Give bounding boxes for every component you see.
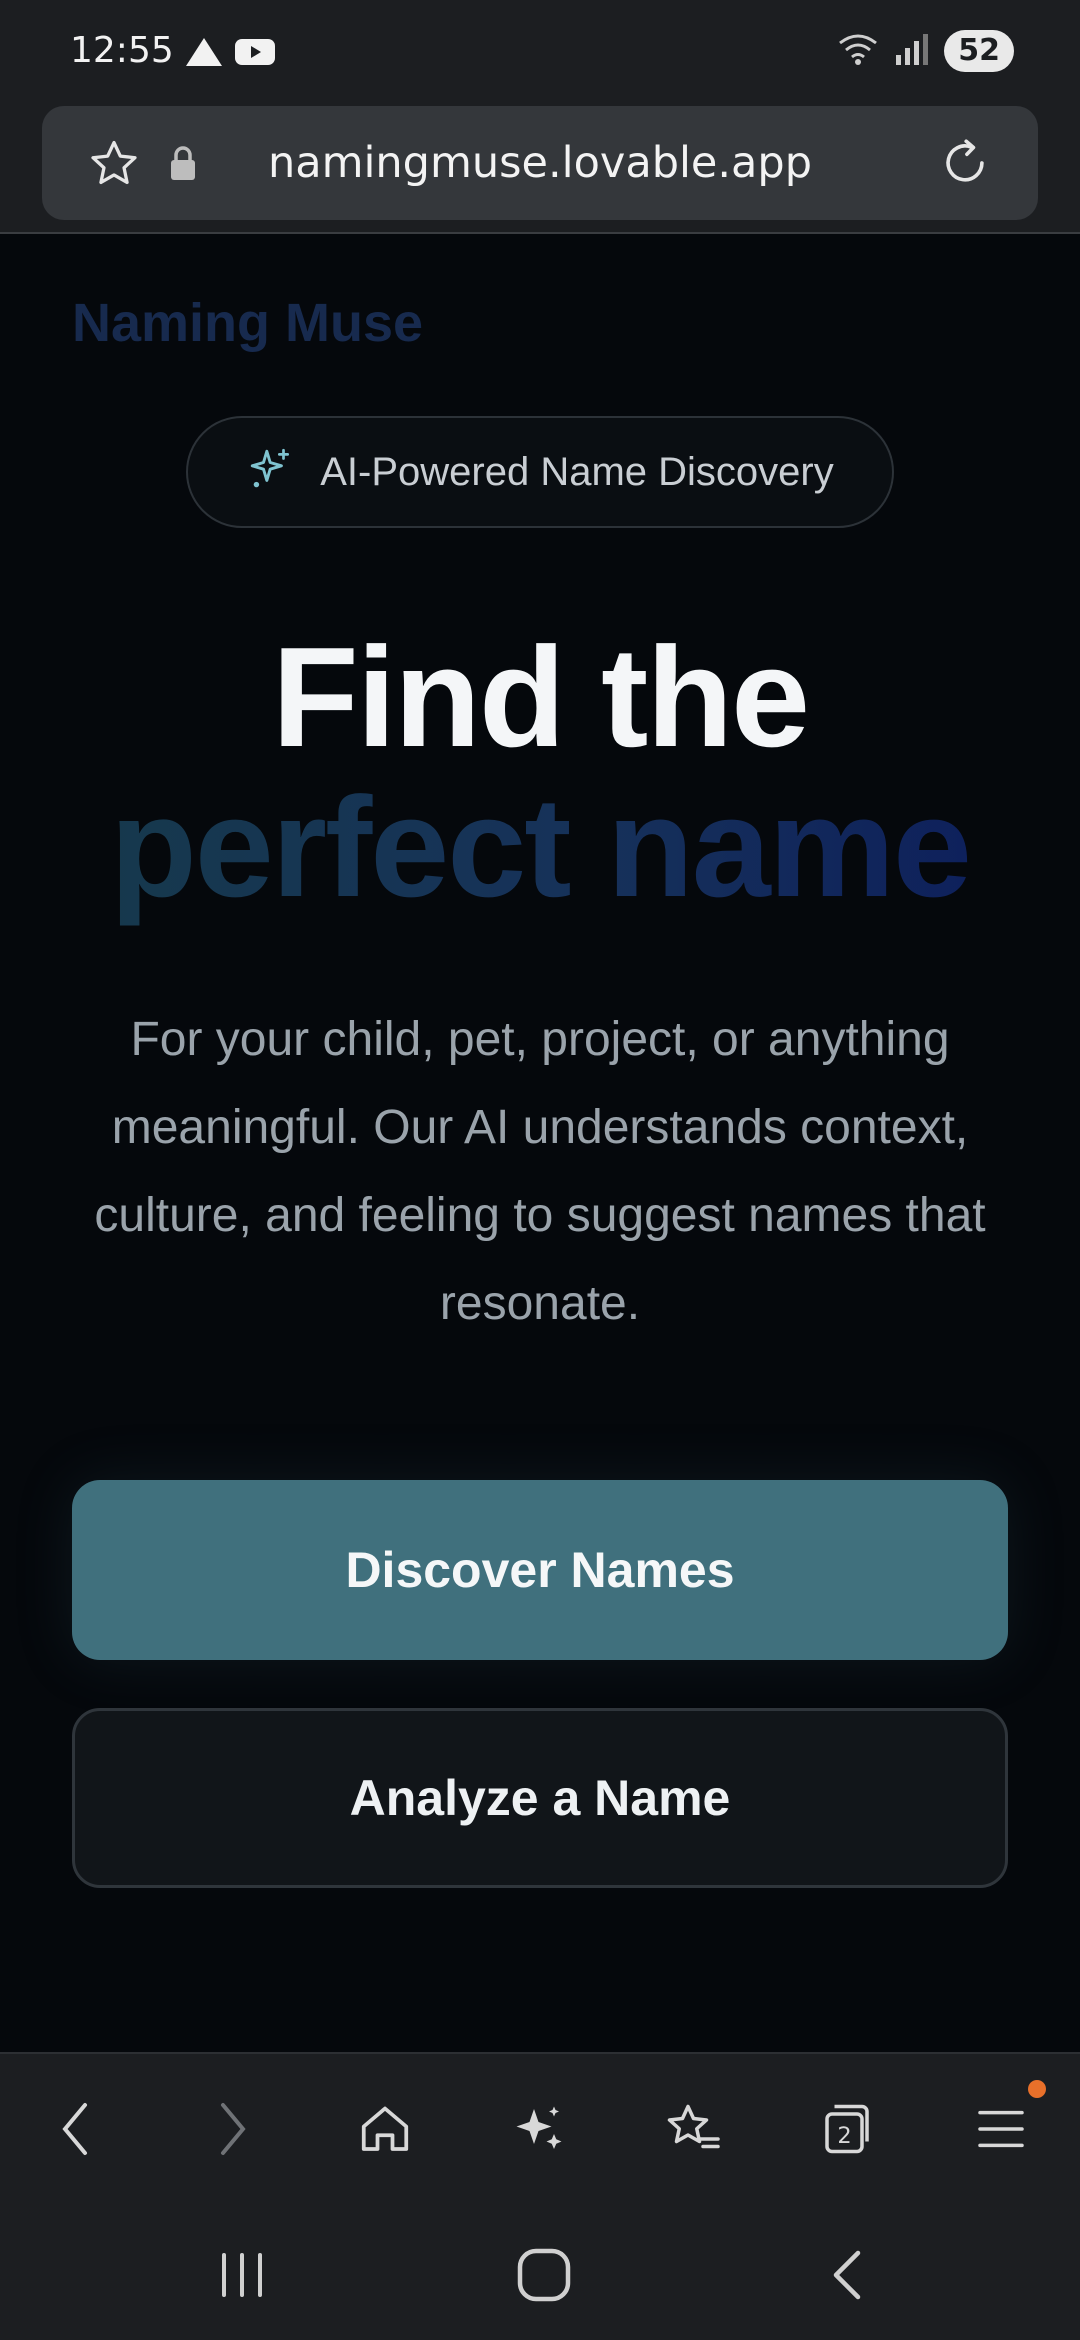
- forward-icon[interactable]: [198, 2094, 268, 2164]
- youtube-icon: [234, 36, 276, 73]
- bookmark-star-icon[interactable]: [86, 136, 142, 197]
- system-back-icon[interactable]: [808, 2240, 888, 2310]
- tab-count: 2: [837, 2123, 851, 2149]
- signal-icon: [894, 31, 930, 72]
- analyze-name-button[interactable]: Analyze a Name: [72, 1708, 1008, 1888]
- ai-badge: AI-Powered Name Discovery: [186, 416, 894, 528]
- status-right-icons: 52: [836, 30, 1014, 72]
- home-icon[interactable]: [350, 2094, 420, 2164]
- system-nav-bar: [0, 2200, 1080, 2340]
- notification-dot: [1028, 2080, 1046, 2098]
- status-bar: 12:55 52: [0, 0, 1080, 100]
- headline-line-1: Find the: [271, 618, 810, 777]
- url-text[interactable]: namingmuse.lovable.app: [182, 138, 898, 188]
- navigation-icon: [184, 36, 224, 73]
- bookmarks-icon[interactable]: [658, 2094, 728, 2164]
- reload-icon[interactable]: [936, 134, 994, 197]
- browser-toolbar: 2: [0, 2052, 1080, 2200]
- brand-logo[interactable]: Naming Muse: [72, 292, 423, 354]
- browser-header: namingmuse.lovable.app: [0, 100, 1080, 234]
- status-left-icons: [184, 36, 276, 73]
- home-button-icon[interactable]: [504, 2240, 584, 2310]
- wifi-icon: [836, 31, 880, 72]
- subtitle: For your child, pet, project, or anythin…: [94, 1013, 986, 1330]
- menu-icon[interactable]: [966, 2094, 1036, 2164]
- status-time: 12:55: [70, 30, 174, 71]
- discover-names-button[interactable]: Discover Names: [72, 1480, 1008, 1660]
- headline-line-2: perfect name: [0, 766, 1080, 930]
- url-bar[interactable]: namingmuse.lovable.app: [42, 106, 1038, 220]
- assistant-icon[interactable]: [504, 2094, 574, 2164]
- page-content: Naming Muse AI-Powered Name Discovery Fi…: [0, 236, 1080, 2052]
- recent-apps-icon[interactable]: [202, 2240, 282, 2310]
- badge-label: AI-Powered Name Discovery: [320, 449, 834, 494]
- battery-indicator: 52: [944, 30, 1014, 72]
- back-icon[interactable]: [40, 2094, 110, 2164]
- sparkle-icon: [246, 445, 296, 500]
- tabs-icon[interactable]: 2: [812, 2094, 882, 2164]
